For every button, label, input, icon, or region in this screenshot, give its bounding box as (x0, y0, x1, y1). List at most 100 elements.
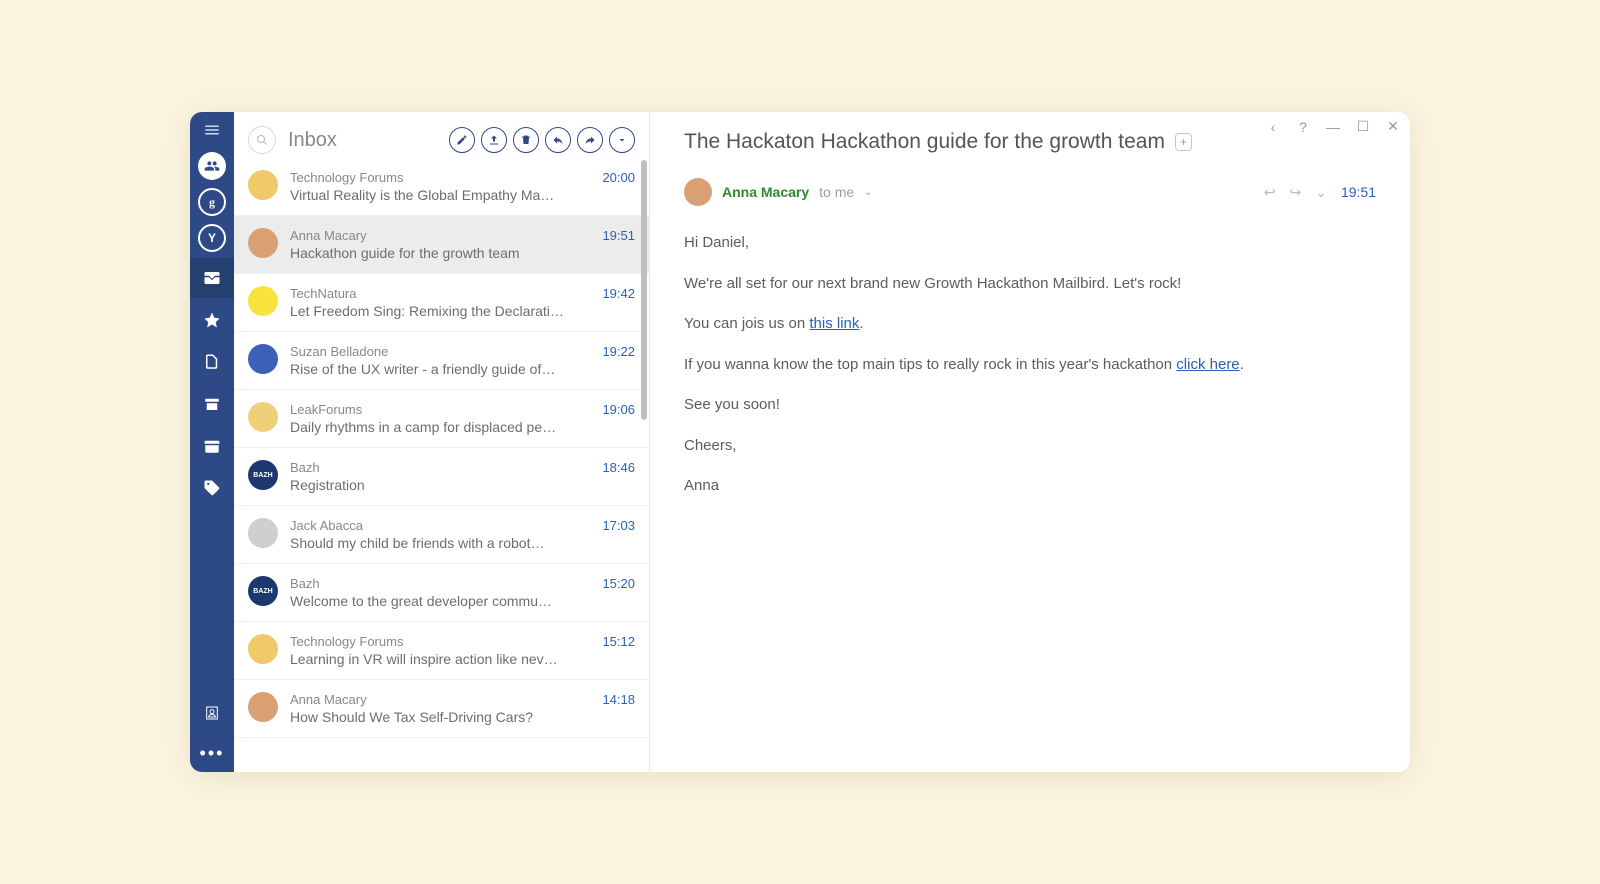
search-button[interactable] (248, 126, 276, 154)
message-sender: Bazh (290, 576, 320, 591)
maximize-button[interactable]: ☐ (1356, 118, 1370, 135)
body-paragraph: Cheers, (684, 435, 1376, 458)
message-time: 17:03 (602, 518, 635, 533)
message-avatar (248, 692, 278, 722)
message-avatar (248, 634, 278, 664)
message-subject: Welcome to the great developer commu… (290, 593, 635, 609)
forward-button[interactable] (577, 127, 603, 153)
reply-icon[interactable]: ↩ (1264, 184, 1276, 201)
list-header: Inbox (234, 112, 649, 158)
message-sender: Anna Macary (290, 692, 367, 707)
message-subject: Rise of the UX writer - a friendly guide… (290, 361, 635, 377)
nav-tags[interactable] (190, 468, 234, 508)
body-paragraph: You can jois us on this link. (684, 313, 1376, 336)
message-avatar: BAZH (248, 460, 278, 490)
message-sender: Anna Macary (290, 228, 367, 243)
archive-button[interactable] (481, 127, 507, 153)
message-subject: Let Freedom Sing: Remixing the Declarati… (290, 303, 635, 319)
message-row[interactable]: BAZH Bazh 15:20 Welcome to the great dev… (234, 564, 649, 622)
message-row[interactable]: Anna Macary 19:51 Hackathon guide for th… (234, 216, 649, 274)
help-button[interactable]: ? (1296, 119, 1310, 135)
email-actions: ↩ ↪ ⌄ 19:51 (1264, 184, 1376, 201)
sender-name: Anna Macary (722, 184, 809, 200)
account-google-icon[interactable]: g (198, 188, 226, 216)
message-avatar (248, 228, 278, 258)
more-icon[interactable]: ⌄ (1315, 184, 1327, 201)
sidebar: g Y ••• (190, 112, 234, 772)
message-avatar (248, 344, 278, 374)
app-window: g Y ••• Inbox (190, 112, 1410, 772)
message-row[interactable]: LeakForums 19:06 Daily rhythms in a camp… (234, 390, 649, 448)
recipient-label: to me (819, 184, 854, 200)
nav-inbox[interactable] (190, 258, 234, 298)
compose-button[interactable] (449, 127, 475, 153)
email-subject-text: The Hackaton Hackathon guide for the gro… (684, 130, 1165, 154)
nav-sent[interactable] (190, 426, 234, 466)
message-time: 18:46 (602, 460, 635, 475)
message-row[interactable]: BAZH Bazh 18:46 Registration (234, 448, 649, 506)
message-subject: Registration (290, 477, 635, 493)
message-time: 19:06 (602, 402, 635, 417)
nav-contacts[interactable] (190, 693, 234, 733)
message-time: 14:18 (602, 692, 635, 707)
message-avatar (248, 286, 278, 316)
folder-title: Inbox (288, 129, 337, 152)
message-list-column: Inbox Technology Forums 20:00 Virtual Re… (234, 112, 650, 772)
delete-button[interactable] (513, 127, 539, 153)
message-row[interactable]: Technology Forums 15:12 Learning in VR w… (234, 622, 649, 680)
message-time: 15:12 (602, 634, 635, 649)
message-row[interactable]: Technology Forums 20:00 Virtual Reality … (234, 158, 649, 216)
message-subject: Should my child be friends with a robot… (290, 535, 635, 551)
message-avatar (248, 402, 278, 432)
message-time: 15:20 (602, 576, 635, 591)
back-button[interactable]: ‹ (1266, 119, 1280, 135)
message-time: 20:00 (602, 170, 635, 185)
email-body: Hi Daniel, We're all set for our next br… (650, 206, 1410, 542)
more-dropdown-button[interactable] (609, 127, 635, 153)
message-row[interactable]: Jack Abacca 17:03 Should my child be fri… (234, 506, 649, 564)
body-paragraph: If you wanna know the top main tips to r… (684, 354, 1376, 377)
message-subject: How Should We Tax Self-Driving Cars? (290, 709, 635, 725)
tips-link[interactable]: click here (1176, 356, 1239, 373)
reply-button[interactable] (545, 127, 571, 153)
expand-recipients-button[interactable]: ⌄ (864, 187, 872, 198)
message-sender: Bazh (290, 460, 320, 475)
message-time: 19:51 (602, 228, 635, 243)
minimize-button[interactable]: — (1326, 119, 1340, 135)
message-subject: Daily rhythms in a camp for displaced pe… (290, 419, 635, 435)
message-row[interactable]: Suzan Belladone 19:22 Rise of the UX wri… (234, 332, 649, 390)
nav-drafts[interactable] (190, 342, 234, 382)
account-yahoo-icon[interactable]: Y (198, 224, 226, 252)
message-subject: Virtual Reality is the Global Empathy Ma… (290, 187, 635, 203)
sender-avatar (684, 178, 712, 206)
join-link[interactable]: this link (809, 315, 859, 332)
message-sender: Suzan Belladone (290, 344, 388, 359)
message-row[interactable]: TechNatura 19:42 Let Freedom Sing: Remix… (234, 274, 649, 332)
nav-starred[interactable] (190, 300, 234, 340)
body-paragraph: Anna (684, 475, 1376, 498)
more-options-button[interactable]: ••• (200, 743, 225, 764)
message-avatar (248, 170, 278, 200)
email-time: 19:51 (1341, 184, 1376, 200)
email-meta-row: Anna Macary to me ⌄ ↩ ↪ ⌄ 19:51 (650, 178, 1410, 206)
message-row[interactable]: Anna Macary 14:18 How Should We Tax Self… (234, 680, 649, 738)
message-subject: Learning in VR will inspire action like … (290, 651, 635, 667)
hamburger-menu-button[interactable] (190, 116, 234, 144)
message-time: 19:42 (602, 286, 635, 301)
account-unified-icon[interactable] (198, 152, 226, 180)
close-button[interactable]: ✕ (1386, 118, 1400, 135)
forward-icon[interactable]: ↪ (1289, 184, 1301, 201)
list-toolbar (449, 127, 635, 153)
message-time: 19:22 (602, 344, 635, 359)
body-paragraph: We're all set for our next brand new Gro… (684, 273, 1376, 296)
body-paragraph: Hi Daniel, (684, 232, 1376, 255)
message-sender: Technology Forums (290, 634, 403, 649)
nav-archive[interactable] (190, 384, 234, 424)
scrollbar[interactable] (641, 160, 647, 420)
message-sender: Technology Forums (290, 170, 403, 185)
body-paragraph: See you soon! (684, 394, 1376, 417)
message-avatar: BAZH (248, 576, 278, 606)
reading-pane: ‹ ? — ☐ ✕ The Hackaton Hackathon guide f… (650, 112, 1410, 772)
add-label-button[interactable]: + (1175, 133, 1192, 151)
message-list: Technology Forums 20:00 Virtual Reality … (234, 158, 649, 772)
